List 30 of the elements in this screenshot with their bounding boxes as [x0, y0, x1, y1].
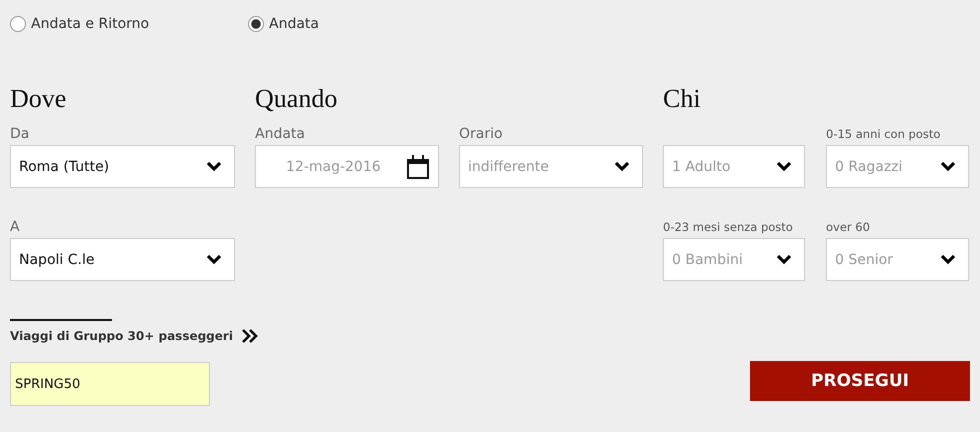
chevron-down-icon	[206, 160, 222, 172]
field-label: Da	[10, 126, 30, 142]
section-heading: Dove	[10, 85, 68, 113]
radio-label: Andata	[269, 16, 319, 32]
chevron-down-icon	[614, 160, 630, 172]
double-chevron-icon	[240, 328, 259, 344]
radio-label: Andata e Ritorno	[31, 16, 150, 32]
section-heading: Quando	[255, 85, 338, 113]
trip-type-radio[interactable]: Andata	[248, 16, 444, 32]
trip-type-radio[interactable]: Andata e Ritorno	[10, 16, 206, 32]
chevron-down-icon	[776, 160, 792, 172]
radio-button[interactable]	[248, 16, 264, 32]
field-label: A	[10, 219, 20, 235]
field-label: Orario	[459, 126, 503, 142]
chevron-down-icon	[940, 160, 956, 172]
group-travel-link[interactable]: Viaggi di Gruppo 30+ passeggeri	[10, 328, 259, 344]
chevron-down-icon	[776, 254, 792, 266]
select-field[interactable]: Roma (Tutte)	[10, 145, 235, 188]
promo-code-field[interactable]: SPRING50	[10, 362, 210, 406]
section-heading: Chi	[663, 85, 702, 113]
calendar-icon	[406, 154, 430, 180]
select-field[interactable]: Napoli C.le	[10, 238, 235, 281]
radio-button[interactable]	[10, 16, 26, 32]
field-label: 0-23 mesi senza posto	[663, 220, 793, 234]
field-label: 0-15 anni con posto	[826, 127, 940, 141]
field-label: Andata	[255, 126, 305, 142]
chevron-down-icon	[206, 254, 222, 266]
submit-button[interactable]: PROSEGUI	[750, 361, 970, 401]
field-label: over 60	[826, 220, 870, 234]
chevron-down-icon	[940, 254, 956, 266]
